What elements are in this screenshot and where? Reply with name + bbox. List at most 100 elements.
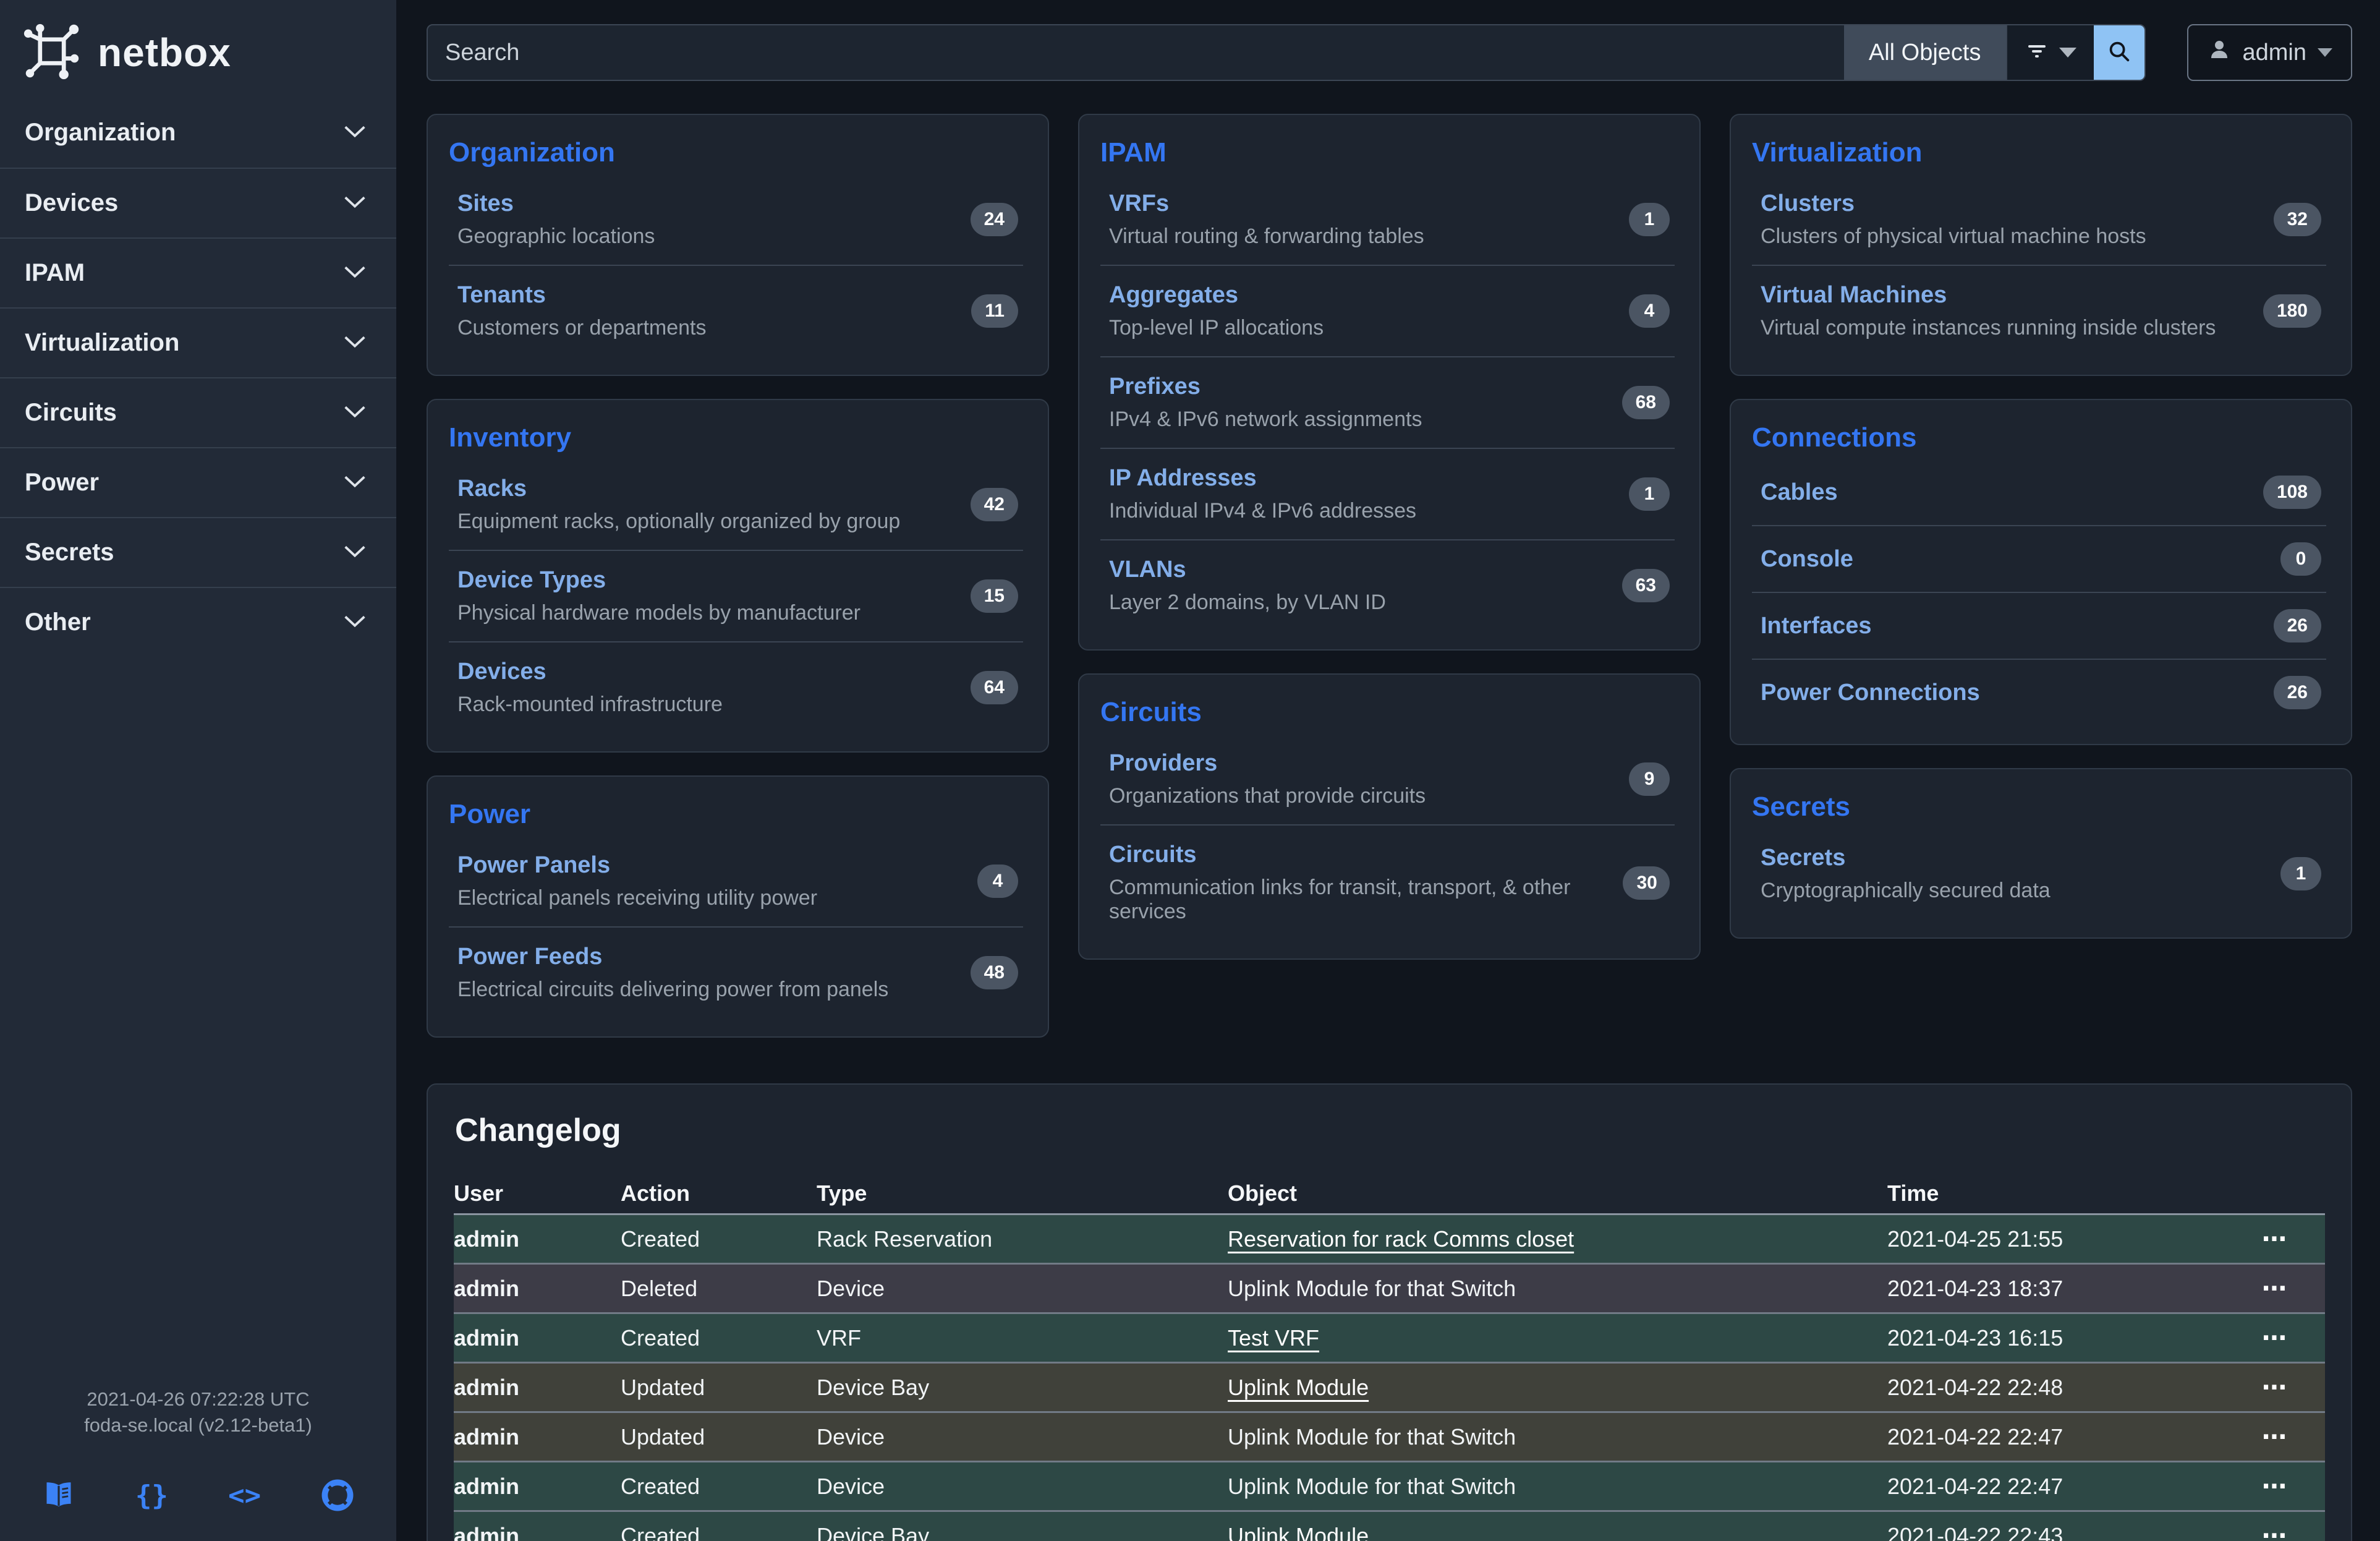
card-item-link[interactable]: Clusters (1761, 190, 1855, 216)
count-badge[interactable]: 9 (1629, 762, 1670, 796)
sidebar-item-power[interactable]: Power (0, 447, 396, 517)
count-badge[interactable]: 63 (1622, 569, 1670, 602)
help-lifebuoy-icon[interactable] (321, 1479, 354, 1511)
card-item-link[interactable]: Sites (457, 190, 514, 216)
search-filter-button[interactable] (2006, 25, 2094, 80)
card-title-link[interactable]: Power (449, 799, 1023, 830)
count-badge[interactable]: 42 (971, 488, 1018, 521)
server-timestamp: 2021-04-26 07:22:28 UTC (0, 1386, 396, 1412)
card-item-link[interactable]: IP Addresses (1109, 465, 1257, 491)
card-title-link[interactable]: IPAM (1100, 137, 1675, 168)
row-actions-ellipsis[interactable]: ⋯ (2196, 1423, 2325, 1451)
row-actions-ellipsis[interactable]: ⋯ (2196, 1373, 2325, 1402)
count-badge[interactable]: 11 (971, 294, 1018, 328)
card-item-link[interactable]: Power Connections (1761, 680, 1980, 706)
row-actions-ellipsis[interactable]: ⋯ (2196, 1472, 2325, 1501)
count-badge[interactable]: 15 (971, 579, 1018, 613)
card-item-link[interactable]: Interfaces (1761, 613, 1872, 639)
card-item-link[interactable]: Providers (1109, 750, 1217, 776)
card-item-link[interactable]: Tenants (457, 282, 546, 308)
count-badge[interactable]: 26 (2274, 676, 2321, 709)
table-row: adminUpdatedDeviceUplink Module for that… (454, 1413, 2325, 1462)
card-item-desc: IPv4 & IPv6 network assignments (1109, 408, 1422, 432)
cards-column-1: OrganizationSitesGeographic locations24T… (427, 114, 1049, 1038)
count-badge[interactable]: 108 (2263, 476, 2321, 509)
search-scope-select[interactable]: All Objects (1844, 25, 2006, 80)
sidebar-item-organization[interactable]: Organization (0, 98, 396, 168)
count-badge[interactable]: 180 (2263, 294, 2321, 328)
count-badge[interactable]: 1 (1629, 203, 1670, 236)
sidebar-item-label: Other (25, 608, 91, 636)
card-item-link[interactable]: Cables (1761, 479, 1838, 505)
card-item-link[interactable]: Secrets (1761, 845, 1845, 871)
row-actions-ellipsis[interactable]: ⋯ (2196, 1522, 2325, 1541)
count-badge[interactable]: 1 (2280, 857, 2321, 890)
user-menu-button[interactable]: admin (2187, 24, 2353, 81)
count-badge[interactable]: 24 (971, 203, 1018, 236)
count-badge[interactable]: 26 (2274, 609, 2321, 642)
card-item-desc: Physical hardware models by manufacturer (457, 601, 861, 625)
docs-book-icon[interactable] (43, 1479, 75, 1511)
card-item-link[interactable]: Aggregates (1109, 282, 1238, 308)
brand[interactable]: netbox (0, 0, 396, 80)
search-input[interactable] (428, 25, 1844, 80)
card-item-desc: Layer 2 domains, by VLAN ID (1109, 591, 1386, 615)
count-badge[interactable]: 0 (2280, 542, 2321, 576)
code-brackets-icon[interactable]: <> (229, 1479, 261, 1511)
card-item-link[interactable]: Circuits (1109, 842, 1196, 868)
card-item-link[interactable]: Console (1761, 546, 1853, 572)
card-item-link[interactable]: Device Types (457, 567, 606, 593)
search-submit-button[interactable] (2094, 25, 2144, 80)
changelog-object-link[interactable]: Uplink Module (1228, 1375, 1369, 1400)
row-actions-ellipsis[interactable]: ⋯ (2196, 1274, 2325, 1303)
changelog-object-link[interactable]: Uplink Module (1228, 1523, 1369, 1541)
card-title-link[interactable]: Inventory (449, 422, 1023, 453)
table-row: adminCreatedDevice BayUplink Module2021-… (454, 1512, 2325, 1541)
sidebar: netbox OrganizationDevicesIPAMVirtualiza… (0, 0, 396, 1541)
card-title-link[interactable]: Secrets (1752, 792, 2326, 822)
count-badge[interactable]: 30 (1623, 866, 1670, 900)
card-item-link[interactable]: Prefixes (1109, 374, 1201, 399)
count-badge[interactable]: 32 (2274, 203, 2321, 236)
server-host-version: foda-se.local (v2.12-beta1) (0, 1412, 396, 1438)
changelog-type: VRF (817, 1325, 1228, 1351)
count-badge[interactable]: 64 (971, 671, 1018, 704)
card-item-text: Cables (1761, 479, 1838, 506)
card-item-link[interactable]: VLANs (1109, 557, 1186, 583)
card-title-link[interactable]: Connections (1752, 422, 2326, 453)
count-badge[interactable]: 48 (971, 956, 1018, 989)
changelog-object-link[interactable]: Reservation for rack Comms closet (1228, 1226, 1574, 1252)
sidebar-item-ipam[interactable]: IPAM (0, 237, 396, 307)
card-title-link[interactable]: Organization (449, 137, 1023, 168)
card-item-text: Power PanelsElectrical panels receiving … (457, 852, 817, 910)
card-item-link[interactable]: Virtual Machines (1761, 282, 1947, 308)
card-item-desc: Customers or departments (457, 316, 707, 340)
card-item: Prefixes IPv4 & IPv6 network assignments 6… (1100, 356, 1675, 448)
sidebar-item-other[interactable]: Other (0, 587, 396, 657)
changelog-object-link[interactable]: Test VRF (1228, 1325, 1319, 1351)
count-badge[interactable]: 1 (1629, 477, 1670, 511)
row-actions-ellipsis[interactable]: ⋯ (2196, 1225, 2325, 1253)
card-item-text: CircuitsCommunication links for transit,… (1109, 842, 1623, 924)
card-item-link[interactable]: Racks (457, 476, 527, 502)
count-badge[interactable]: 4 (1629, 294, 1670, 328)
count-badge[interactable]: 4 (977, 864, 1018, 898)
card-title-link[interactable]: Circuits (1100, 697, 1675, 728)
count-badge[interactable]: 68 (1622, 386, 1670, 419)
sidebar-item-virtualization[interactable]: Virtualization (0, 307, 396, 377)
changelog-header-row: UserActionTypeObjectTime (454, 1174, 2325, 1215)
api-braces-icon[interactable]: {} (135, 1479, 168, 1511)
sidebar-item-devices[interactable]: Devices (0, 168, 396, 237)
card-item-link[interactable]: Devices (457, 659, 546, 685)
card-item: Power Connections 26 (1752, 659, 2326, 725)
card-item-link[interactable]: VRFs (1109, 190, 1169, 216)
sidebar-item-secrets[interactable]: Secrets (0, 517, 396, 587)
sidebar-item-circuits[interactable]: Circuits (0, 377, 396, 447)
changelog-col-header-type: Type (817, 1180, 1228, 1206)
global-search-bar: All Objects (427, 24, 2146, 81)
changelog-object: Uplink Module for that Switch (1228, 1474, 1887, 1500)
card-title-link[interactable]: Virtualization (1752, 137, 2326, 168)
card-item-link[interactable]: Power Feeds (457, 944, 602, 970)
row-actions-ellipsis[interactable]: ⋯ (2196, 1324, 2325, 1352)
card-item-link[interactable]: Power Panels (457, 852, 610, 878)
